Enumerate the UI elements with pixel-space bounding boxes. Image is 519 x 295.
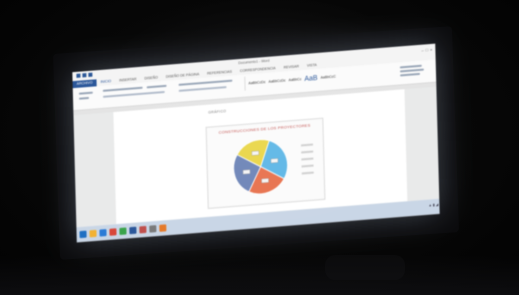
document-heading: GRÁFICO xyxy=(208,109,227,115)
legend-entry xyxy=(301,171,314,175)
photo-background: Documento1 - Word – □ × ARCHIVO INICIO I… xyxy=(0,0,519,295)
clipboard-group[interactable] xyxy=(77,88,99,106)
system-tray[interactable]: ▲ ▮ ◢ xyxy=(428,203,438,208)
app-icon[interactable] xyxy=(159,224,167,232)
pie-data-label xyxy=(270,158,279,164)
legend-entry xyxy=(301,157,314,161)
style-title[interactable]: AaB xyxy=(304,74,317,82)
legend-entry xyxy=(301,150,314,154)
chart-frame[interactable]: CONSTRUCCIONES DE LOS PROYECTORES xyxy=(205,117,326,209)
powerpoint-icon[interactable] xyxy=(139,225,147,234)
app-icon[interactable] xyxy=(109,228,117,236)
style-subtitle[interactable]: AaBbCcC xyxy=(320,75,335,80)
font-group[interactable] xyxy=(102,82,173,104)
excel-icon[interactable] xyxy=(119,227,127,235)
style-normal[interactable]: AaBbCcDc xyxy=(248,80,265,85)
pie-data-label xyxy=(242,169,251,175)
pie-data-label xyxy=(251,150,259,156)
legend-entry xyxy=(300,143,314,147)
style-heading-1[interactable]: AaBbCc xyxy=(289,77,302,82)
pie-data-label xyxy=(261,178,269,184)
undo-icon[interactable] xyxy=(88,72,93,77)
style-no-spacing[interactable]: AaBbCcDc xyxy=(268,78,285,83)
start-icon[interactable] xyxy=(79,230,87,239)
folder-icon[interactable] xyxy=(89,229,97,238)
app-icon[interactable] xyxy=(149,225,157,233)
chart-title: CONSTRUCCIONES DE LOS PROYECTORES xyxy=(218,122,311,135)
legend-entry xyxy=(301,164,314,168)
monitor-screen: Documento1 - Word – □ × ARCHIVO INICIO I… xyxy=(72,43,440,243)
window-title: Documento1 - Word xyxy=(238,58,270,66)
browser-icon[interactable] xyxy=(99,229,107,237)
chart-legend xyxy=(300,143,320,179)
pie-chart[interactable] xyxy=(227,133,294,200)
editing-group[interactable] xyxy=(399,62,432,81)
quick-access-toolbar[interactable] xyxy=(76,72,96,79)
word-icon[interactable] xyxy=(129,226,137,235)
paragraph-group[interactable] xyxy=(178,77,238,98)
desk-shadow xyxy=(0,255,519,295)
word-icon xyxy=(76,73,81,78)
save-icon[interactable] xyxy=(82,73,87,78)
